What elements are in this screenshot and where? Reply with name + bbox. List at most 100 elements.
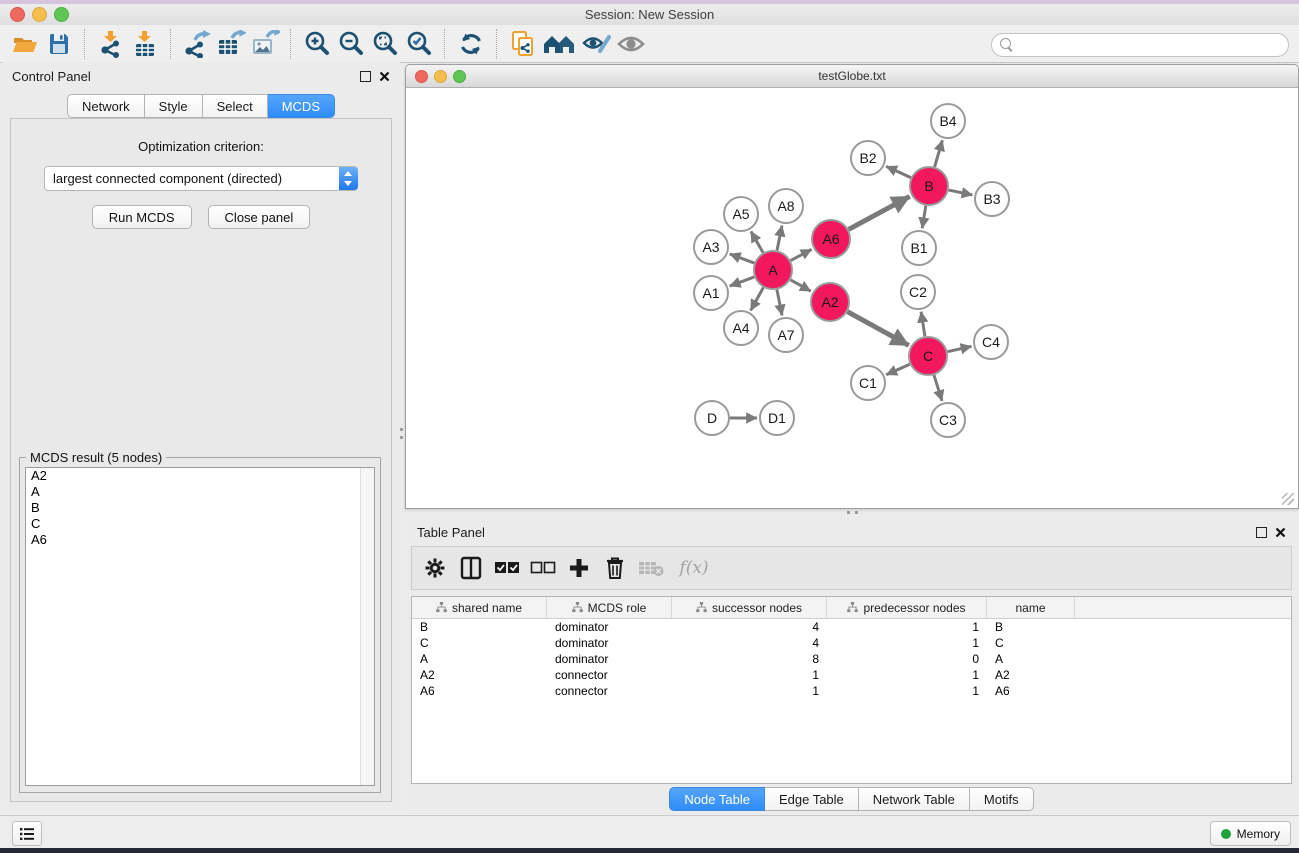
tab-select[interactable]: Select xyxy=(203,94,268,118)
table-row[interactable]: A6connector11A6 xyxy=(412,683,1291,699)
column-header-successor-nodes[interactable]: successor nodes xyxy=(672,597,827,618)
select-all-checkboxes-icon[interactable] xyxy=(492,553,522,583)
close-panel-button[interactable]: Close panel xyxy=(208,205,311,229)
refresh-layout-icon[interactable] xyxy=(454,28,488,60)
memory-button[interactable]: Memory xyxy=(1210,821,1291,846)
zoom-selected-icon[interactable] xyxy=(402,28,436,60)
graph-edge-A-A1[interactable] xyxy=(730,277,754,286)
graph-edge-A-A3[interactable] xyxy=(730,254,754,263)
graph-node-A3[interactable]: A3 xyxy=(694,230,728,264)
graph-edge-A-A2[interactable] xyxy=(790,280,810,291)
function-builder-icon[interactable]: f(x) xyxy=(672,553,716,583)
graph-node-A2[interactable]: A2 xyxy=(811,283,849,321)
tab-network-table[interactable]: Network Table xyxy=(859,787,970,811)
graph-node-C1[interactable]: C1 xyxy=(851,366,885,400)
graph-edge-B-B3[interactable] xyxy=(949,190,973,195)
clone-network-icon[interactable] xyxy=(506,28,540,60)
graph-edge-B-B2[interactable] xyxy=(886,166,911,177)
delete-column-icon[interactable] xyxy=(600,553,630,583)
mcds-result-item[interactable]: C xyxy=(26,516,374,532)
graph-edge-C-C3[interactable] xyxy=(934,375,942,401)
import-table-icon[interactable] xyxy=(128,28,162,60)
graph-node-A6[interactable]: A6 xyxy=(812,220,850,258)
splitpane-grip[interactable] xyxy=(400,428,403,431)
add-column-icon[interactable] xyxy=(564,553,594,583)
graph-node-A5[interactable]: A5 xyxy=(724,197,758,231)
graph-node-D1[interactable]: D1 xyxy=(760,401,794,435)
graph-node-A4[interactable]: A4 xyxy=(724,311,758,345)
show-column-icon[interactable] xyxy=(456,553,486,583)
tab-node-table[interactable]: Node Table xyxy=(669,787,765,811)
column-header-name[interactable]: name xyxy=(987,597,1075,618)
table-row[interactable]: Cdominator41C xyxy=(412,635,1291,651)
graph-edge-A2-C[interactable] xyxy=(848,312,909,346)
graph-node-D[interactable]: D xyxy=(695,401,729,435)
float-panel-icon[interactable] xyxy=(1256,527,1267,538)
save-session-icon[interactable] xyxy=(42,28,76,60)
graph-node-B4[interactable]: B4 xyxy=(931,104,965,138)
search-field[interactable] xyxy=(991,33,1289,57)
table-row[interactable]: Adominator80A xyxy=(412,651,1291,667)
tab-mcds[interactable]: MCDS xyxy=(268,94,335,118)
column-header-shared-name[interactable]: shared name xyxy=(412,597,547,618)
graph-edge-B-B1[interactable] xyxy=(922,206,926,229)
tab-style[interactable]: Style xyxy=(145,94,203,118)
deselect-all-checkboxes-icon[interactable] xyxy=(528,553,558,583)
graph-node-C4[interactable]: C4 xyxy=(974,325,1008,359)
graph-node-A7[interactable]: A7 xyxy=(769,318,803,352)
graph-node-A[interactable]: A xyxy=(754,251,792,289)
import-network-icon[interactable] xyxy=(94,28,128,60)
tab-motifs[interactable]: Motifs xyxy=(970,787,1034,811)
graph-node-B3[interactable]: B3 xyxy=(975,182,1009,216)
splitpane-grip[interactable] xyxy=(855,511,858,514)
task-history-button[interactable] xyxy=(12,821,42,846)
graph-node-B[interactable]: B xyxy=(910,167,948,205)
show-hide-annotations-icon[interactable] xyxy=(580,28,614,60)
close-panel-icon[interactable] xyxy=(1275,527,1286,538)
network-window-titlebar[interactable]: testGlobe.txt xyxy=(406,65,1298,88)
export-table-icon[interactable] xyxy=(214,28,248,60)
graph-node-C2[interactable]: C2 xyxy=(901,275,935,309)
column-header-predecessor-nodes[interactable]: predecessor nodes xyxy=(827,597,987,618)
export-image-icon[interactable] xyxy=(248,28,282,60)
graph-node-C3[interactable]: C3 xyxy=(931,403,965,437)
graph-edge-A-A6[interactable] xyxy=(791,249,812,260)
mcds-result-item[interactable]: A2 xyxy=(26,468,374,484)
graph-edge-C-C1[interactable] xyxy=(886,364,910,375)
graph-edge-A-A7[interactable] xyxy=(777,290,782,316)
zoom-in-icon[interactable] xyxy=(300,28,334,60)
column-header-MCDS-role[interactable]: MCDS role xyxy=(547,597,672,618)
show-hide-graphics-icon[interactable] xyxy=(614,28,648,60)
criterion-select[interactable]: largest connected component (directed) xyxy=(44,166,358,191)
mcds-result-list[interactable]: A2ABCA6 xyxy=(25,467,375,786)
tab-edge-table[interactable]: Edge Table xyxy=(765,787,859,811)
graph-edge-C-C2[interactable] xyxy=(921,312,925,336)
splitpane-grip[interactable] xyxy=(400,436,403,439)
table-row[interactable]: Bdominator41B xyxy=(412,619,1291,635)
graph-edge-A-A8[interactable] xyxy=(777,226,782,251)
graph-node-A1[interactable]: A1 xyxy=(694,276,728,310)
graph-node-C[interactable]: C xyxy=(909,337,947,375)
delete-table-icon[interactable] xyxy=(636,553,666,583)
float-panel-icon[interactable] xyxy=(360,71,371,82)
graph-node-A8[interactable]: A8 xyxy=(769,189,803,223)
graph-node-B1[interactable]: B1 xyxy=(902,231,936,265)
graph-edge-A6-B[interactable] xyxy=(849,196,910,229)
run-mcds-button[interactable]: Run MCDS xyxy=(92,205,192,229)
graph-node-B2[interactable]: B2 xyxy=(851,141,885,175)
mcds-result-item[interactable]: A xyxy=(26,484,374,500)
mcds-result-item[interactable]: B xyxy=(26,500,374,516)
network-canvas[interactable]: B4 B2 B B3 A5 A8 A6 B1 A3 A C2 A1 A2 A4 A7 C4 C C1 C3 D D1 xyxy=(406,88,1296,507)
close-panel-icon[interactable] xyxy=(379,71,390,82)
mcds-result-item[interactable]: A6 xyxy=(26,532,374,548)
search-input[interactable] xyxy=(1018,35,1282,55)
graph-edge-C-C4[interactable] xyxy=(948,346,972,351)
zoom-out-icon[interactable] xyxy=(334,28,368,60)
splitpane-grip[interactable] xyxy=(847,511,850,514)
scrollbar-track[interactable] xyxy=(360,468,374,785)
tab-network[interactable]: Network xyxy=(67,94,145,118)
graph-edge-B-B4[interactable] xyxy=(935,140,943,167)
graph-edge-A-A4[interactable] xyxy=(751,288,764,311)
graph-edge-A-A5[interactable] xyxy=(751,231,763,252)
show-all-networks-icon[interactable] xyxy=(540,28,580,60)
